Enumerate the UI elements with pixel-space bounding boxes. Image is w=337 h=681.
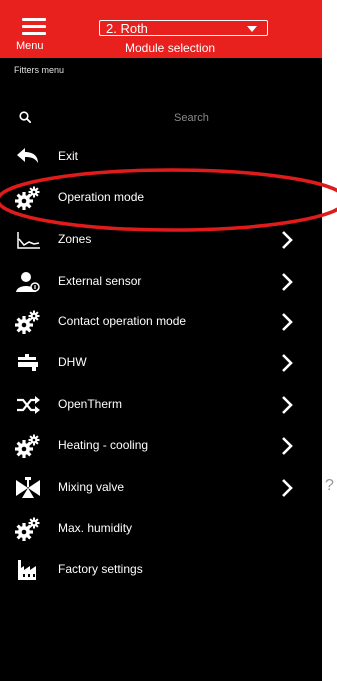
module-select-dropdown[interactable]: 2. Roth	[99, 20, 268, 36]
chevron-right-icon[interactable]	[280, 229, 294, 251]
menu-item-mixing-valve[interactable]: Mixing valve	[0, 468, 322, 508]
app-header: Menu 2. Roth Module selection	[0, 0, 322, 58]
search-input[interactable]: Search	[174, 112, 209, 124]
chevron-right-icon[interactable]	[280, 435, 294, 457]
menu-item-label: Mixing valve	[58, 480, 125, 494]
chevron-right-icon[interactable]	[280, 394, 294, 416]
user-sensor-icon	[14, 270, 42, 294]
gears-icon	[14, 434, 42, 458]
gears-icon	[14, 310, 42, 334]
menu-item-label: Exit	[58, 149, 79, 163]
back-arrow-icon	[14, 145, 42, 169]
factory-icon	[14, 558, 42, 582]
help-icon[interactable]: ?	[325, 477, 334, 495]
menu-item-opentherm[interactable]: OpenTherm	[0, 385, 322, 425]
module-selection-label: Module selection	[125, 41, 216, 55]
menu-item-label: OpenTherm	[58, 397, 123, 411]
module-select-value: 2. Roth	[106, 21, 148, 36]
menu-item-label: External sensor	[58, 274, 142, 288]
menu-item-operation-mode[interactable]: Operation mode	[0, 178, 322, 218]
chevron-right-icon[interactable]	[280, 271, 294, 293]
search-bar[interactable]: Search	[0, 104, 322, 132]
phone-screen: Menu 2. Roth Module selection Fitters me…	[0, 0, 322, 681]
valve-icon	[14, 476, 42, 500]
menu-label[interactable]: Menu	[16, 40, 44, 52]
breadcrumb: Fitters menu	[14, 65, 65, 75]
menu-item-zones[interactable]: Zones	[0, 220, 322, 260]
chevron-right-icon[interactable]	[280, 352, 294, 374]
faucet-icon	[14, 351, 42, 375]
menu-item-label: Factory settings	[58, 562, 143, 576]
menu-item-label: Max. humidity	[58, 521, 133, 535]
graph-icon	[14, 228, 42, 252]
gears-icon	[14, 186, 42, 210]
menu-item-heating-cooling[interactable]: Heating - cooling	[0, 426, 322, 466]
hamburger-menu-icon[interactable]	[22, 18, 46, 35]
gears-icon	[14, 517, 42, 541]
search-icon	[19, 111, 31, 123]
menu-item-label: Heating - cooling	[58, 438, 149, 452]
menu-item-external-sensor[interactable]: External sensor	[0, 262, 322, 302]
dropdown-arrow-icon	[247, 26, 257, 32]
menu-item-max-humidity[interactable]: Max. humidity	[0, 509, 322, 549]
menu-item-label: Zones	[58, 232, 92, 246]
menu-item-contact-operation-mode[interactable]: Contact operation mode	[0, 302, 322, 342]
chevron-right-icon[interactable]	[280, 477, 294, 499]
shuffle-icon	[14, 393, 42, 417]
menu-item-exit[interactable]: Exit	[0, 137, 322, 177]
menu-item-label: DHW	[58, 355, 87, 369]
menu-item-dhw[interactable]: DHW	[0, 343, 322, 383]
menu-item-factory-settings[interactable]: Factory settings	[0, 550, 322, 590]
menu-item-label: Contact operation mode	[58, 314, 187, 328]
chevron-right-icon[interactable]	[280, 311, 294, 333]
menu-item-label: Operation mode	[58, 190, 145, 204]
